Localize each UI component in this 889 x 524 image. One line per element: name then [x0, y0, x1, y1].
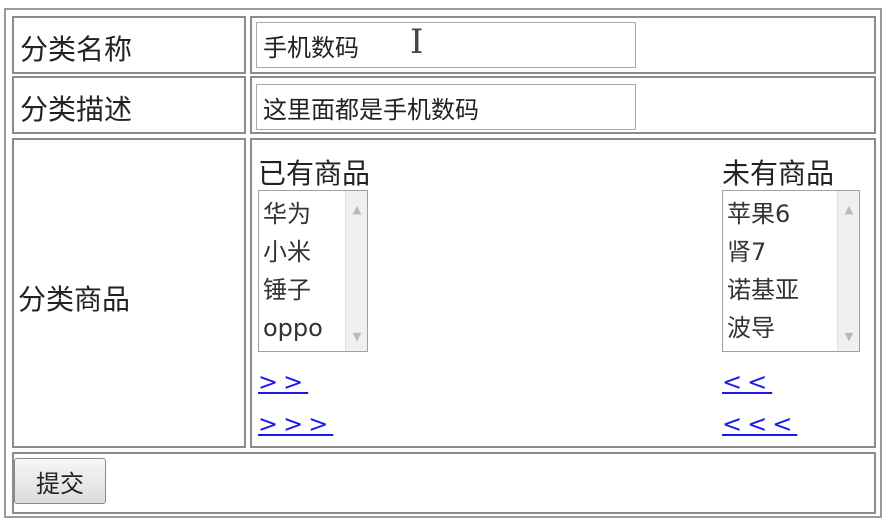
category-desc-input[interactable]	[256, 84, 636, 130]
available-product-option[interactable]: 波导	[727, 309, 799, 347]
existing-products-heading: 已有商品	[258, 157, 371, 190]
desc-input-cell	[250, 76, 876, 134]
available-product-option[interactable]: 肾7	[727, 233, 799, 271]
move-selected-right-link[interactable]: >>	[258, 368, 308, 396]
available-products-heading: 未有商品	[722, 157, 835, 190]
products-content-cell: 已有商品 华为 小米 锤子 oppo ▲ ▼ >> >>> 未有商品 苹果6 肾…	[250, 138, 876, 448]
available-product-option[interactable]: 诺基亚	[727, 271, 799, 309]
move-selected-left-link[interactable]: <<	[722, 368, 772, 396]
submit-row-cell	[12, 452, 876, 514]
existing-product-option[interactable]: oppo	[263, 309, 323, 347]
desc-label-cell: 分类描述	[12, 76, 246, 134]
products-label-cell: 分类商品	[12, 138, 246, 448]
available-products-listbox[interactable]: 苹果6 肾7 诺基亚 波导 ▲ ▼	[722, 190, 860, 352]
products-label: 分类商品	[18, 283, 131, 316]
existing-product-option[interactable]: 华为	[263, 195, 323, 233]
scroll-up-icon[interactable]: ▲	[346, 203, 367, 216]
name-input-cell: I	[250, 16, 876, 74]
existing-products-listbox[interactable]: 华为 小米 锤子 oppo ▲ ▼	[258, 190, 368, 352]
name-label-cell: 分类名称	[12, 16, 246, 74]
text-cursor-icon: I	[410, 22, 424, 62]
submit-button[interactable]: 提交	[14, 458, 106, 504]
existing-product-option[interactable]: 小米	[263, 233, 323, 271]
name-label: 分类名称	[20, 33, 133, 66]
scroll-down-icon[interactable]: ▼	[346, 330, 367, 343]
existing-product-option[interactable]: 锤子	[263, 271, 323, 309]
available-product-option[interactable]: 苹果6	[727, 195, 799, 233]
category-name-input[interactable]	[256, 22, 636, 68]
scroll-up-icon[interactable]: ▲	[838, 203, 859, 216]
move-all-left-link[interactable]: <<<	[722, 410, 797, 438]
scroll-down-icon[interactable]: ▼	[838, 330, 859, 343]
move-all-right-link[interactable]: >>>	[258, 410, 333, 438]
available-list-scrollbar[interactable]: ▲ ▼	[837, 191, 859, 351]
existing-list-scrollbar[interactable]: ▲ ▼	[345, 191, 367, 351]
desc-label: 分类描述	[20, 93, 133, 126]
